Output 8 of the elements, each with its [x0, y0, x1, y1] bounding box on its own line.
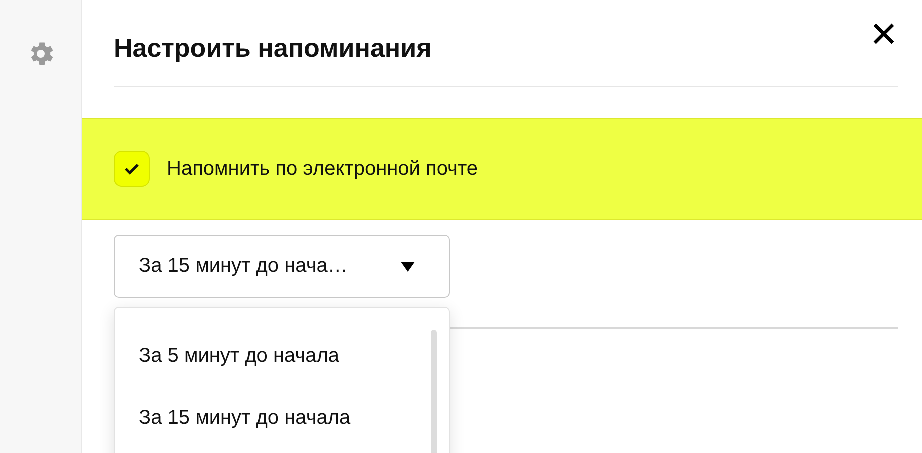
dropdown-option[interactable]: За 5 минут до начала [115, 325, 348, 387]
dropdown-option[interactable]: За 15 минут до начала [115, 387, 359, 449]
checkbox-label: Напомнить по электронной почте [167, 158, 478, 180]
checkbox[interactable] [114, 151, 150, 187]
check-icon [124, 163, 140, 175]
dialog-title: Настроить напоминания [114, 32, 432, 64]
reminder-select[interactable]: За 15 минут до нача… [114, 235, 450, 298]
caret-icon [401, 262, 415, 272]
